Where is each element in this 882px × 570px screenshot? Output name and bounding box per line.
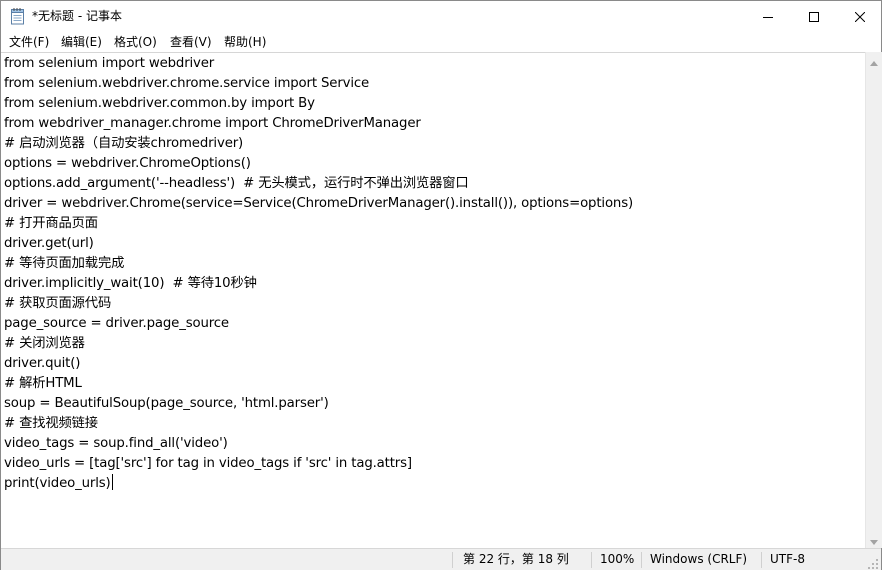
- title-bar[interactable]: *无标题 - 记事本: [1, 1, 881, 31]
- editor-line[interactable]: # 查找视频链接: [4, 414, 633, 434]
- editor-line-current[interactable]: print(video_urls): [4, 474, 633, 494]
- encoding: UTF-8: [770, 552, 805, 566]
- zoom-level: 100%: [600, 552, 635, 566]
- close-icon: [854, 7, 866, 26]
- editor-line[interactable]: from selenium.webdriver.common.by import…: [4, 94, 633, 114]
- editor-line[interactable]: # 等待页面加载完成: [4, 254, 633, 274]
- status-divider: [591, 552, 592, 568]
- editor-line[interactable]: from selenium import webdriver: [4, 54, 633, 74]
- editor-line[interactable]: # 解析HTML: [4, 374, 633, 394]
- menu-help[interactable]: 帮助(H): [223, 33, 267, 51]
- editor-line[interactable]: options = webdriver.ChromeOptions(): [4, 154, 633, 174]
- notepad-icon: [10, 7, 26, 25]
- status-divider: [641, 552, 642, 568]
- editor-line[interactable]: # 打开商品页面: [4, 214, 633, 234]
- editor-line[interactable]: video_urls = [tag['src'] for tag in vide…: [4, 454, 633, 474]
- editor-content[interactable]: from selenium import webdriver from sele…: [4, 54, 633, 494]
- editor-line[interactable]: from selenium.webdriver.chrome.service i…: [4, 74, 633, 94]
- window-title: *无标题 - 记事本: [32, 9, 122, 23]
- menu-edit[interactable]: 编辑(E): [60, 33, 103, 51]
- status-divider: [452, 552, 453, 568]
- line-ending: Windows (CRLF): [650, 552, 748, 566]
- text-caret: [111, 474, 113, 490]
- editor-line[interactable]: video_tags = soup.find_all('video'): [4, 434, 633, 454]
- notepad-window: *无标题 - 记事本 文件(F) 编辑(E) 格式(O) 查看(V) 帮助(H)…: [0, 0, 882, 570]
- minimize-icon: [763, 7, 773, 26]
- editor-line[interactable]: options.add_argument('--headless') # 无头模…: [4, 174, 633, 194]
- chevron-down-icon: [870, 530, 878, 549]
- menu-bar: 文件(F) 编辑(E) 格式(O) 查看(V) 帮助(H): [1, 31, 881, 51]
- resize-grip-icon[interactable]: [867, 555, 879, 569]
- editor-line-text[interactable]: print(video_urls): [4, 476, 111, 491]
- menu-format[interactable]: 格式(O): [113, 33, 158, 51]
- scroll-down-button[interactable]: [866, 531, 882, 548]
- editor-line[interactable]: # 获取页面源代码: [4, 294, 633, 314]
- menu-view[interactable]: 查看(V): [169, 33, 213, 51]
- editor-line[interactable]: page_source = driver.page_source: [4, 314, 633, 334]
- status-bar: 第 22 行，第 18 列 100% Windows (CRLF) UTF-8: [1, 548, 881, 570]
- close-button[interactable]: [837, 1, 882, 31]
- menu-file[interactable]: 文件(F): [8, 33, 50, 51]
- editor-line[interactable]: driver = webdriver.Chrome(service=Servic…: [4, 194, 633, 214]
- editor-line[interactable]: from webdriver_manager.chrome import Chr…: [4, 114, 633, 134]
- text-editor[interactable]: from selenium import webdriver from sele…: [1, 52, 865, 548]
- editor-line[interactable]: soup = BeautifulSoup(page_source, 'html.…: [4, 394, 633, 414]
- maximize-icon: [809, 7, 819, 26]
- cursor-position: 第 22 行，第 18 列: [463, 552, 569, 566]
- editor-line[interactable]: # 关闭浏览器: [4, 334, 633, 354]
- editor-line[interactable]: driver.get(url): [4, 234, 633, 254]
- scroll-up-button[interactable]: [866, 52, 882, 69]
- editor-line[interactable]: driver.implicitly_wait(10) # 等待10秒钟: [4, 274, 633, 294]
- status-divider: [761, 552, 762, 568]
- maximize-button[interactable]: [791, 1, 837, 31]
- chevron-up-icon: [870, 51, 878, 70]
- minimize-button[interactable]: [745, 1, 791, 31]
- editor-line[interactable]: # 启动浏览器（自动安装chromedriver): [4, 134, 633, 154]
- vertical-scrollbar[interactable]: [865, 52, 882, 548]
- editor-line[interactable]: driver.quit(): [4, 354, 633, 374]
